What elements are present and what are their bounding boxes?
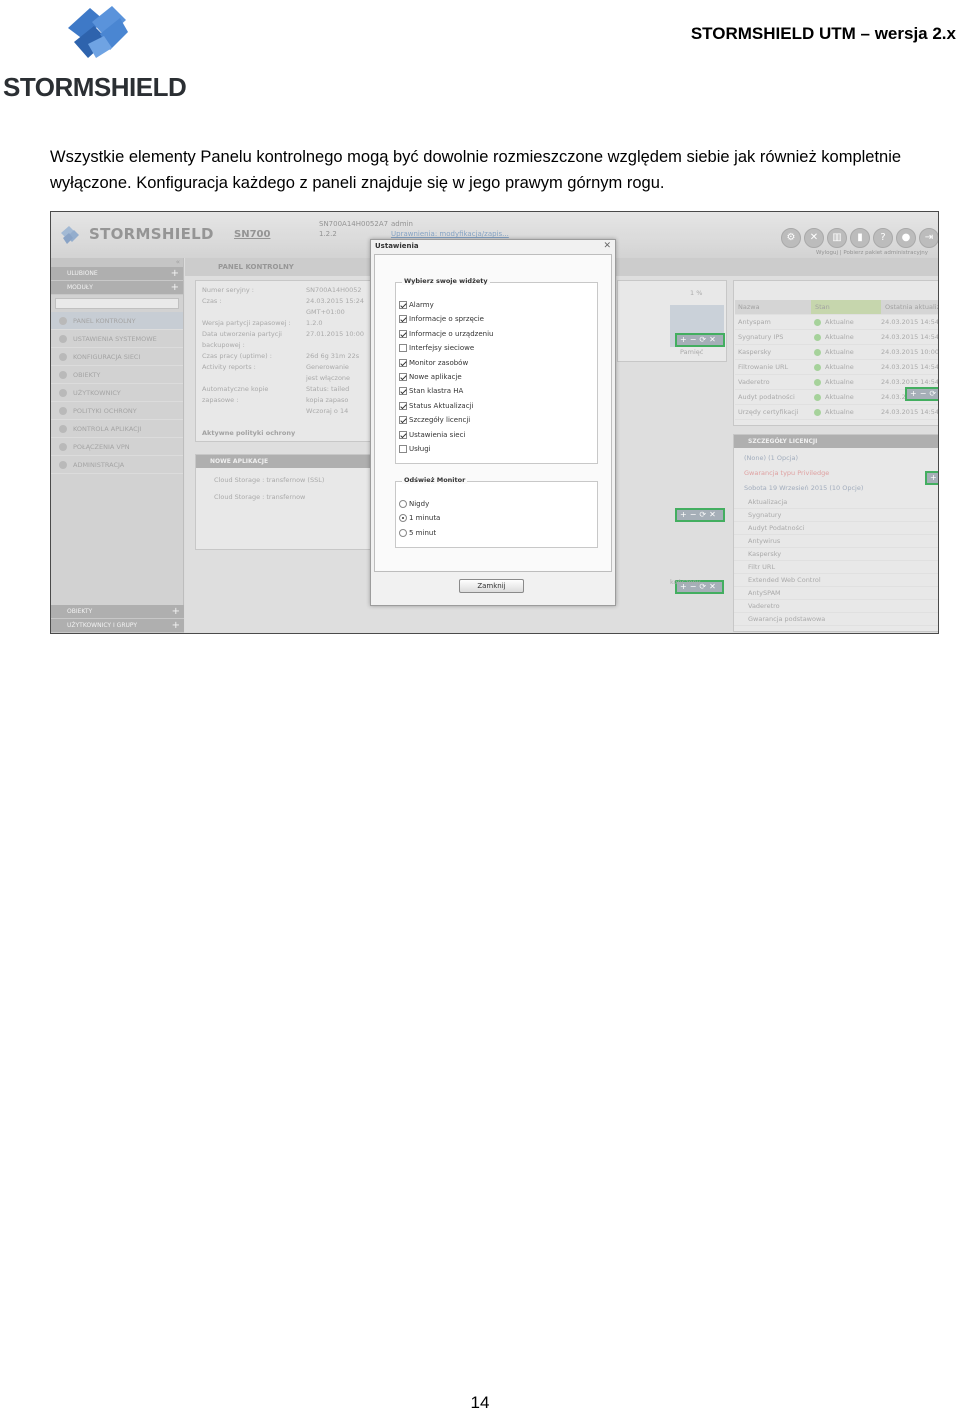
- checkbox[interactable]: [399, 315, 407, 324]
- widget-option[interactable]: Status Aktualizacji: [397, 399, 597, 413]
- refresh-label: 5 minut: [409, 528, 437, 537]
- checkbox[interactable]: [399, 430, 407, 439]
- dialog-title: Ustawienia ✕: [371, 240, 615, 253]
- refresh-label: Nigdy: [409, 500, 430, 508]
- widgets-fieldset: Wybierz swoje widżety Alarmy Informacje o…: [395, 277, 598, 464]
- radio-button[interactable]: [399, 500, 407, 508]
- widget-option[interactable]: Ustawienia sieci: [397, 428, 597, 442]
- checkbox[interactable]: [399, 358, 407, 367]
- widget-option[interactable]: Usługi: [397, 442, 597, 456]
- checkbox[interactable]: [399, 401, 407, 410]
- widget-label: Stan klastra HA: [409, 387, 464, 396]
- dashboard-screenshot: STORMSHIELD SN700 SN700A14H0052A7 1.2.2 …: [50, 211, 939, 634]
- stormshield-emblem-icon: [68, 6, 128, 58]
- dialog-title-text: Ustawienia: [375, 242, 419, 250]
- stormshield-logo: STORMSHIELD: [0, 4, 200, 102]
- widget-option[interactable]: Alarmy: [397, 298, 597, 312]
- page-number: 14: [470, 1393, 490, 1412]
- widget-label: Alarmy: [409, 301, 434, 309]
- widget-label: Monitor zasobów: [409, 358, 469, 367]
- widget-label: Informacje o urządzeniu: [409, 329, 494, 338]
- dialog-body: Wybierz swoje widżety Alarmy Informacje o…: [374, 254, 612, 572]
- widget-option[interactable]: Interfejsy sieciowe: [397, 341, 597, 355]
- checkbox[interactable]: [399, 329, 407, 338]
- radio-button[interactable]: [399, 528, 407, 537]
- widget-label: Nowe aplikacje: [409, 372, 462, 381]
- widget-option[interactable]: Szczegóły licencji: [397, 413, 597, 427]
- refresh-legend: Odśwież Monitor: [402, 476, 468, 484]
- refresh-option[interactable]: Nigdy: [397, 497, 597, 511]
- refresh-option[interactable]: 1 minuta: [397, 511, 597, 525]
- refresh-option[interactable]: 5 minut: [397, 526, 597, 540]
- widget-label: Status Aktualizacji: [409, 401, 474, 410]
- widget-option[interactable]: Informacje o sprzęcie: [397, 312, 597, 326]
- radio-button[interactable]: [399, 514, 407, 523]
- settings-dialog: Ustawienia ✕ Wybierz swoje widżety Alarm…: [370, 239, 616, 606]
- widget-label: Usługi: [409, 444, 431, 453]
- checkbox[interactable]: [399, 301, 407, 309]
- widgets-legend: Wybierz swoje widżety: [402, 277, 490, 285]
- widget-label: Szczegóły licencji: [409, 416, 471, 425]
- close-button[interactable]: Zamknij: [459, 579, 524, 593]
- widget-label: Ustawienia sieci: [409, 430, 466, 439]
- checkbox[interactable]: [399, 444, 407, 453]
- widget-label: Informacje o sprzęcie: [409, 315, 484, 324]
- brand-wordmark: STORMSHIELD: [3, 72, 187, 102]
- checkbox[interactable]: [399, 344, 407, 353]
- refresh-fieldset: Odśwież Monitor Nigdy 1 minuta 5 minut: [395, 476, 598, 548]
- widget-option[interactable]: Nowe aplikacje: [397, 370, 597, 384]
- widget-option[interactable]: Monitor zasobów: [397, 356, 597, 370]
- close-icon[interactable]: ✕: [603, 240, 611, 252]
- widget-label: Interfejsy sieciowe: [409, 344, 475, 353]
- document-title: STORMSHIELD UTM – wersja 2.x: [690, 24, 956, 43]
- widget-option[interactable]: Stan klastra HA: [397, 384, 597, 398]
- intro-paragraph: Wszystkie elementy Panelu kontrolnego mo…: [50, 148, 902, 192]
- checkbox[interactable]: [399, 372, 407, 381]
- checkbox[interactable]: [399, 416, 407, 425]
- refresh-label: 1 minuta: [409, 514, 441, 523]
- checkbox[interactable]: [399, 387, 407, 396]
- widget-option[interactable]: Informacje o urządzeniu: [397, 327, 597, 341]
